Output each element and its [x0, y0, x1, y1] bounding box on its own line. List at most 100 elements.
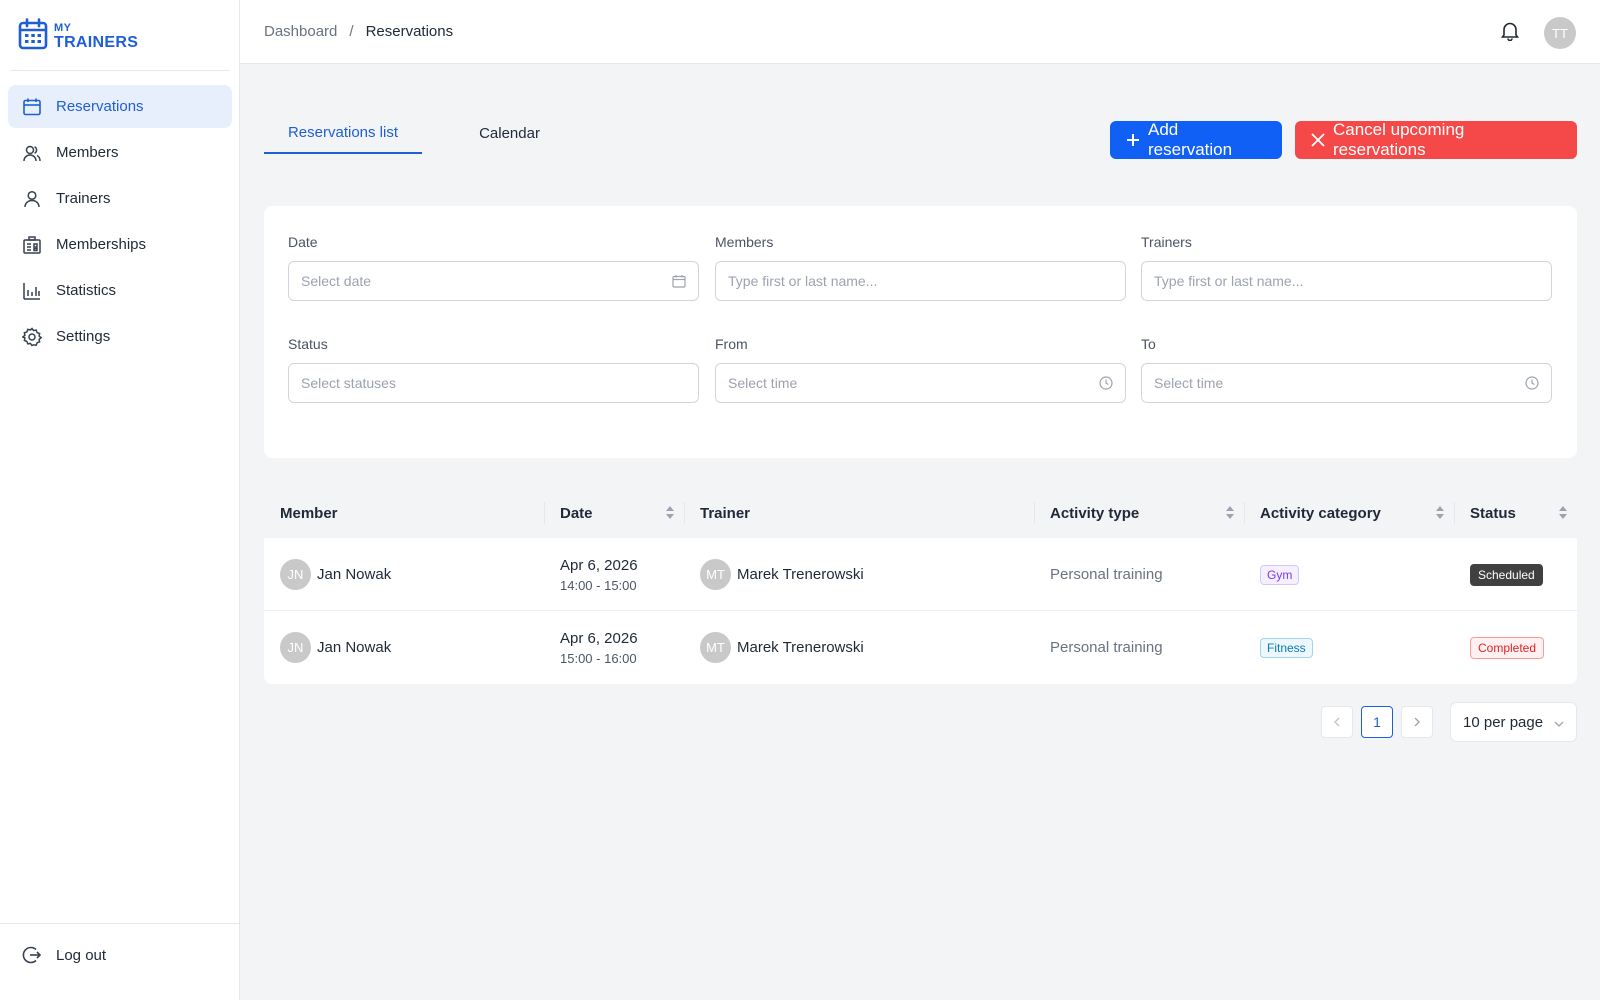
plus-icon: [1126, 133, 1140, 147]
column-activity-type[interactable]: Activity type: [1034, 488, 1244, 538]
add-reservation-button[interactable]: Add reservation: [1110, 120, 1282, 159]
date-input[interactable]: Select date: [288, 261, 699, 301]
sidebar-item-label: Memberships: [56, 236, 147, 253]
sort-icon: [1436, 506, 1444, 519]
logout-icon: [22, 945, 42, 965]
chevron-left-icon: [1333, 714, 1341, 730]
sidebar-item-members[interactable]: Members: [8, 131, 232, 174]
memberships-icon: [22, 235, 42, 255]
sidebar-item-trainers[interactable]: Trainers: [8, 177, 232, 220]
reservation-time: 15:00 - 16:00: [560, 650, 637, 666]
trainers-input[interactable]: Type first or last name...: [1141, 261, 1552, 301]
cancel-upcoming-button[interactable]: Cancel upcoming reservations: [1295, 120, 1577, 159]
column-member-label: Member: [280, 504, 338, 522]
sidebar-nav: Reservations Members Trainers Membership…: [8, 85, 232, 361]
logo-text-big: TRAINERS: [54, 33, 139, 51]
status-select-placeholder: Select statuses: [301, 375, 396, 391]
avatar: MT: [700, 632, 731, 663]
logo-text: MY TRAINERS: [54, 21, 139, 51]
next-page-button[interactable]: [1401, 706, 1433, 738]
chevron-down-icon: [1554, 714, 1564, 731]
breadcrumb-current: Reservations: [365, 23, 454, 40]
sidebar-item-label: Trainers: [56, 190, 111, 207]
sidebar: MY TRAINERS Reservations Members Trainer…: [0, 0, 240, 1000]
trainer-cell: MT Marek Trenerowski: [700, 538, 864, 611]
logout-divider: [0, 923, 239, 924]
sort-icon: [1559, 506, 1567, 519]
prev-page-button[interactable]: [1321, 706, 1353, 738]
member-cell: JN Jan Nowak: [280, 611, 391, 684]
column-activity-category[interactable]: Activity category: [1244, 488, 1454, 538]
table-row[interactable]: JN Jan Nowak Apr 6, 2026 15:00 - 16:00 M…: [264, 611, 1577, 684]
sidebar-item-label: Members: [56, 144, 119, 161]
to-time-placeholder: Select time: [1154, 375, 1224, 391]
status-select[interactable]: Select statuses: [288, 363, 699, 403]
status-cell: Scheduled: [1470, 538, 1543, 611]
page-button-current[interactable]: 1: [1361, 706, 1393, 738]
members-filter-label: Members: [715, 234, 774, 250]
sidebar-item-memberships[interactable]: Memberships: [8, 223, 232, 266]
column-trainer: Trainer: [684, 488, 1034, 538]
sort-icon: [666, 506, 674, 519]
activity-category-cell: Gym: [1260, 538, 1300, 611]
members-icon: [22, 143, 42, 163]
from-time-input[interactable]: Select time: [715, 363, 1126, 403]
sidebar-item-settings[interactable]: Settings: [8, 315, 232, 358]
activity-type-cell: Personal training: [1050, 639, 1163, 656]
column-activity-type-label: Activity type: [1050, 504, 1140, 522]
per-page-value: 10 per page: [1463, 713, 1544, 731]
status-filter: Status Select statuses: [288, 336, 699, 403]
logo-divider: [10, 70, 229, 71]
column-status[interactable]: Status: [1454, 488, 1577, 538]
app-logo[interactable]: MY TRAINERS: [18, 18, 138, 55]
breadcrumb-dashboard[interactable]: Dashboard: [264, 23, 337, 40]
logout-button[interactable]: Log out: [22, 945, 106, 965]
trainer-name[interactable]: Marek Trenerowski: [737, 566, 864, 583]
to-time-input[interactable]: Select time: [1141, 363, 1552, 403]
tab-reservations-list[interactable]: Reservations list: [264, 112, 422, 154]
activity-type-cell: Personal training: [1050, 566, 1163, 583]
table-row[interactable]: JN Jan Nowak Apr 6, 2026 14:00 - 15:00 M…: [264, 538, 1577, 611]
reservations-table-body: JN Jan Nowak Apr 6, 2026 14:00 - 15:00 M…: [264, 538, 1577, 684]
from-filter-label: From: [715, 336, 748, 352]
member-name[interactable]: Jan Nowak: [317, 639, 391, 656]
trainers-filter-label: Trainers: [1141, 234, 1192, 250]
bar-chart-icon: [22, 281, 42, 301]
column-status-label: Status: [1470, 504, 1516, 522]
date-filter-label: Date: [288, 234, 318, 250]
sidebar-item-statistics[interactable]: Statistics: [8, 269, 232, 312]
clock-icon: [1525, 376, 1539, 390]
date-input-placeholder: Select date: [301, 273, 372, 289]
reservation-date: Apr 6, 2026: [560, 556, 638, 574]
trainers-filter: Trainers Type first or last name...: [1141, 234, 1552, 301]
column-activity-category-label: Activity category: [1260, 504, 1381, 522]
members-input[interactable]: Type first or last name...: [715, 261, 1126, 301]
date-cell: Apr 6, 2026 14:00 - 15:00: [560, 538, 638, 611]
logo-text-small: MY: [54, 21, 72, 34]
column-date[interactable]: Date: [544, 488, 684, 538]
sidebar-item-label: Settings: [56, 328, 111, 345]
sidebar-item-reservations[interactable]: Reservations: [8, 85, 232, 128]
user-avatar[interactable]: TT: [1544, 17, 1576, 49]
date-cell: Apr 6, 2026 15:00 - 16:00: [560, 611, 638, 684]
tab-calendar[interactable]: Calendar: [422, 112, 597, 154]
member-name[interactable]: Jan Nowak: [317, 566, 391, 583]
breadcrumb-separator: /: [349, 23, 354, 40]
filter-card: Date Select date Members Type first or l…: [264, 206, 1577, 458]
bell-icon[interactable]: [1499, 20, 1521, 42]
add-reservation-label: Add reservation: [1148, 120, 1233, 159]
date-filter: Date Select date: [288, 234, 699, 301]
to-filter: To Select time: [1141, 336, 1552, 403]
close-icon: [1311, 133, 1325, 147]
sidebar-item-label: Reservations: [56, 98, 144, 115]
avatar: JN: [280, 632, 311, 663]
trainer-name[interactable]: Marek Trenerowski: [737, 639, 864, 656]
member-cell: JN Jan Nowak: [280, 538, 391, 611]
avatar: MT: [700, 559, 731, 590]
chevron-right-icon: [1413, 714, 1421, 730]
activity-category-cell: Fitness: [1260, 611, 1313, 684]
per-page-select[interactable]: 10 per page: [1450, 702, 1577, 742]
reservation-time: 14:00 - 15:00: [560, 577, 637, 593]
column-member: Member: [280, 488, 536, 538]
trainers-input-placeholder: Type first or last name...: [1154, 273, 1304, 289]
